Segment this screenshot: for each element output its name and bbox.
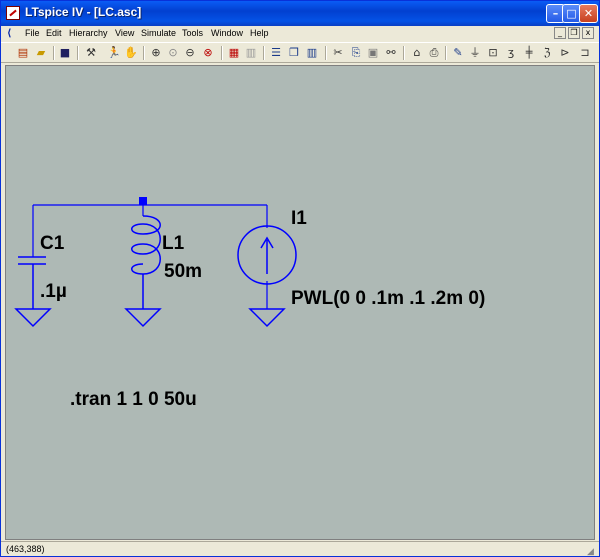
wire-icon[interactable]: ✎ [450, 45, 466, 60]
menu-edit[interactable]: Edit [46, 28, 62, 38]
ground-icon[interactable]: ⏚ [467, 45, 483, 60]
menu-window[interactable]: Window [211, 28, 243, 38]
ltspice-window: LTspice IV - [LC.asc] – □ ✕ ⟨ File Edit … [0, 0, 600, 557]
menu-help[interactable]: Help [250, 28, 269, 38]
pan-icon[interactable]: ✋ [123, 45, 139, 60]
inductor-l1-symbol[interactable] [124, 215, 162, 328]
cut-icon[interactable]: ✂ [330, 45, 346, 60]
find-icon[interactable]: ⚯ [383, 45, 399, 60]
print-setup-icon[interactable]: ⌂ [409, 45, 425, 60]
zoom-area-icon[interactable]: ⊙ [165, 45, 181, 60]
waveform-icon[interactable]: ▥ [243, 45, 259, 60]
diode-icon[interactable]: ⊳ [557, 45, 573, 60]
label-icon[interactable]: ⊡ [485, 45, 501, 60]
i1-value-label[interactable]: PWL(0 0 .1m .1 .2m 0) [291, 288, 485, 309]
menu-hierarchy[interactable]: Hierarchy [69, 28, 108, 38]
doc-close-button[interactable]: x [582, 27, 594, 39]
tile-vertical-icon[interactable]: ▥ [304, 45, 320, 60]
capacitor-icon[interactable]: ╪ [521, 45, 537, 60]
l1-name-label[interactable]: L1 [162, 233, 185, 254]
component-icon[interactable]: ⊐ [577, 45, 593, 60]
autorange-icon[interactable]: ▦ [226, 45, 242, 60]
zoom-in-icon[interactable]: ⊕ [148, 45, 164, 60]
run-icon[interactable]: 🏃 [106, 45, 122, 60]
status-bar: (463,388) ◢ [1, 541, 599, 556]
c1-value-label[interactable]: .1µ [40, 281, 67, 302]
menu-tools[interactable]: Tools [182, 28, 203, 38]
zoom-cancel-icon[interactable]: ⊗ [200, 45, 216, 60]
copy-icon[interactable]: ⎘ [348, 45, 364, 60]
cascade-icon[interactable]: ❐ [286, 45, 302, 60]
menu-view[interactable]: View [115, 28, 134, 38]
menu-file[interactable]: File [25, 28, 40, 38]
wire-net[interactable] [32, 204, 268, 309]
control-panel-icon[interactable]: ⚒ [83, 45, 99, 60]
window-title: LTspice IV - [LC.asc] [25, 5, 142, 19]
menu-simulate[interactable]: Simulate [141, 28, 176, 38]
ltspice-app-icon[interactable] [6, 6, 20, 20]
c1-name-label[interactable]: C1 [40, 233, 65, 254]
schematic-drawing: C1 .1µ L1 50m I1 PWL(0 0 .1m .1 .2m 0) .… [14, 197, 485, 410]
i1-name-label[interactable]: I1 [291, 208, 307, 229]
doc-minimize-button[interactable]: _ [554, 27, 566, 39]
resistor-icon[interactable]: ʒ [503, 45, 519, 60]
wire-junction[interactable] [139, 197, 147, 205]
resize-grip[interactable]: ◢ [587, 546, 597, 556]
l1-value-label[interactable]: 50m [164, 261, 202, 282]
toolbar: ▤ ▰ ■ ⚒ 🏃 ✋ ⊕ ⊙ ⊖ ⊗ ▦ ▥ ☰ ❐ ▥ ✂ ⎘ ▣ ⚯ ⌂ … [1, 42, 599, 63]
doc-restore-button[interactable]: ❐ [568, 27, 580, 39]
zoom-out-icon[interactable]: ⊖ [182, 45, 198, 60]
title-bar[interactable]: LTspice IV - [LC.asc] – □ ✕ [1, 1, 599, 26]
new-schematic-icon[interactable]: ▤ [15, 45, 31, 60]
menu-bar: File Edit Hierarchy View Simulate Tools … [1, 26, 599, 42]
save-icon[interactable]: ■ [57, 45, 73, 60]
schematic-canvas[interactable]: C1 .1µ L1 50m I1 PWL(0 0 .1m .1 .2m 0) .… [5, 65, 595, 540]
open-icon[interactable]: ▰ [33, 45, 49, 60]
close-button[interactable]: ✕ [579, 4, 598, 23]
spice-directive[interactable]: .tran 1 1 0 50u [70, 389, 197, 410]
current-source-i1-symbol[interactable] [237, 225, 297, 328]
tile-horizontal-icon[interactable]: ☰ [268, 45, 284, 60]
print-icon[interactable]: ⎙ [426, 45, 442, 60]
cursor-coordinates: (463,388) [6, 544, 45, 554]
inductor-icon[interactable]: ℨ [539, 45, 555, 60]
document-window-controls: _ ❐ x [554, 27, 596, 41]
paste-icon[interactable]: ▣ [365, 45, 381, 60]
